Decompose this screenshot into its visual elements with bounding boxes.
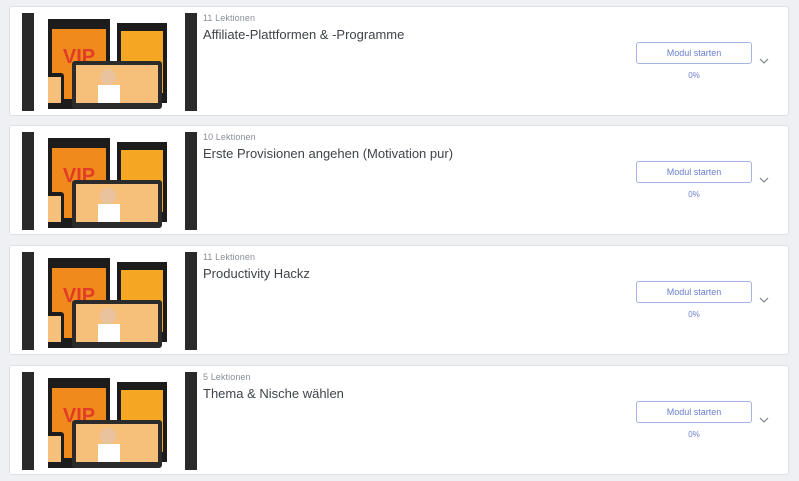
start-module-button[interactable]: Modul starten — [636, 161, 752, 183]
module-meta: 5 Lektionen Thema & Nische wählen — [203, 372, 344, 401]
module-card[interactable]: VIP 10 Lektionen Erste Provisionen angeh… — [9, 125, 789, 235]
module-title[interactable]: Productivity Hackz — [203, 266, 310, 281]
module-meta: 11 Lektionen Affiliate-Plattformen & -Pr… — [203, 13, 404, 42]
lessons-count: 11 Lektionen — [203, 252, 256, 262]
module-title[interactable]: Thema & Nische wählen — [203, 386, 344, 401]
module-title[interactable]: Affiliate-Plattformen & -Programme — [203, 27, 404, 42]
lessons-count: 10 Lektionen — [203, 132, 256, 142]
module-thumbnail: VIP — [22, 13, 197, 111]
progress-percent: 0% — [688, 310, 700, 319]
module-title[interactable]: Erste Provisionen angehen (Motivation pu… — [203, 146, 453, 161]
module-meta: 10 Lektionen Erste Provisionen angehen (… — [203, 132, 453, 161]
chevron-down-icon[interactable] — [758, 54, 770, 66]
start-module-button[interactable]: Modul starten — [636, 401, 752, 423]
module-thumbnail: VIP — [22, 372, 197, 470]
module-card[interactable]: VIP 11 Lektionen Affiliate-Plattformen &… — [9, 6, 789, 116]
chevron-down-icon[interactable] — [758, 413, 770, 425]
progress-percent: 0% — [688, 190, 700, 199]
lessons-count: 11 Lektionen — [203, 13, 256, 23]
start-module-button[interactable]: Modul starten — [636, 42, 752, 64]
module-thumbnail: VIP — [22, 132, 197, 230]
module-meta: 11 Lektionen Productivity Hackz — [203, 252, 310, 281]
module-card[interactable]: VIP 5 Lektionen Thema & Nische wählen Mo… — [9, 365, 789, 475]
start-module-button[interactable]: Modul starten — [636, 281, 752, 303]
progress-percent: 0% — [688, 71, 700, 80]
chevron-down-icon[interactable] — [758, 173, 770, 185]
module-card[interactable]: VIP 11 Lektionen Productivity Hackz Modu… — [9, 245, 789, 355]
lessons-count: 5 Lektionen — [203, 372, 251, 382]
progress-percent: 0% — [688, 430, 700, 439]
module-list: VIP 11 Lektionen Affiliate-Plattformen &… — [0, 0, 799, 481]
chevron-down-icon[interactable] — [758, 293, 770, 305]
module-thumbnail: VIP — [22, 252, 197, 350]
